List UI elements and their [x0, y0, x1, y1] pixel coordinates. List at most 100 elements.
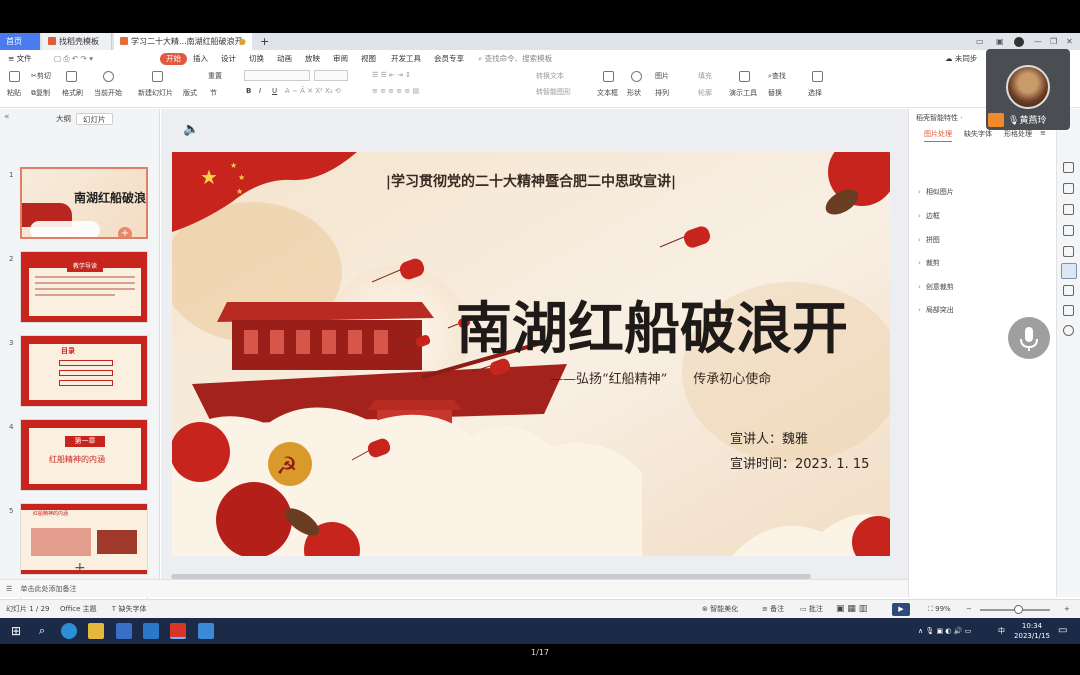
user-avatar-icon[interactable] — [1014, 37, 1024, 47]
input-method[interactable]: 中 — [998, 618, 1005, 644]
copy-button[interactable]: ⧉复制 — [31, 88, 50, 98]
animation-icon[interactable] — [1063, 204, 1074, 215]
tab-outline[interactable]: 大纲 — [50, 113, 77, 125]
outline-button[interactable]: 轮廓 — [698, 88, 712, 98]
item-similar-images[interactable]: 相似图片 — [918, 187, 954, 197]
arrange-button[interactable]: 排列 — [655, 88, 669, 98]
zoom-level[interactable]: ⛶ 99% — [928, 600, 951, 618]
notification-icon[interactable]: ▭ — [1058, 618, 1067, 644]
paste-icon[interactable] — [9, 71, 20, 82]
tab-template[interactable]: 找稻壳模板 — [42, 33, 112, 50]
zoom-in-button[interactable]: + — [1064, 600, 1070, 618]
more-menu-icon[interactable]: ≡ — [1040, 129, 1046, 137]
crop-icon[interactable] — [1063, 305, 1074, 316]
slide-thumbnail-4[interactable]: 第一章 红船精神的内涵 — [20, 419, 148, 491]
menu-review[interactable]: 审阅 — [333, 50, 348, 68]
menu-devtools[interactable]: 开发工具 — [391, 50, 421, 68]
store-icon[interactable] — [116, 623, 132, 639]
edge-browser-icon[interactable] — [61, 623, 77, 639]
layout-icon[interactable]: ▭ — [976, 33, 984, 50]
convert-text-button[interactable]: 转换文本 — [536, 71, 564, 81]
video-call-tile[interactable]: 🎙黄燕玲 — [986, 49, 1070, 130]
menu-member[interactable]: 会员专享 — [434, 50, 464, 68]
cut-button[interactable]: ✂剪切 — [31, 71, 51, 81]
menu-slideshow[interactable]: 放映 — [305, 50, 320, 68]
menu-design[interactable]: 设计 — [221, 50, 236, 68]
zoom-out-button[interactable]: − — [966, 600, 972, 618]
sync-status[interactable]: ☁ 未同步 — [945, 50, 977, 68]
paragraph-icons[interactable]: ☰ ☰ ⇤ ⇥ ↕ — [372, 71, 411, 79]
section-button[interactable]: 节 — [210, 88, 217, 98]
menu-start[interactable]: 开始 — [160, 53, 187, 65]
font-size-select[interactable] — [314, 70, 348, 81]
minimize-icon[interactable]: — — [1034, 33, 1042, 50]
window-mode-icon[interactable]: ▣ — [996, 33, 1004, 50]
new-tab-button[interactable]: + — [258, 33, 272, 50]
fill-button[interactable]: 填充 — [698, 71, 712, 81]
file-explorer-icon[interactable] — [88, 623, 104, 639]
start-menu-icon[interactable]: ⊞ — [8, 623, 24, 639]
item-creative-crop[interactable]: 创意裁剪 — [918, 282, 954, 292]
tab-image-processing[interactable]: 图片处理 — [924, 129, 952, 142]
sliders-icon[interactable] — [1063, 183, 1074, 194]
help-icon[interactable] — [1063, 325, 1074, 336]
add-slide-button[interactable]: + — [74, 560, 86, 576]
tab-shape-processing[interactable]: 形格处理 — [1004, 129, 1032, 139]
item-local-highlight[interactable]: 局部突出 — [918, 305, 954, 315]
convert-smartart-button[interactable]: 转智能图形 — [536, 87, 571, 97]
new-slide-icon[interactable] — [152, 71, 163, 82]
paste-button[interactable]: 粘贴 — [7, 88, 21, 98]
find-button[interactable]: ⌕查找 — [768, 71, 786, 81]
slide-thumbnail-2[interactable]: 教学导读 — [20, 251, 148, 323]
photos-icon[interactable] — [198, 623, 214, 639]
microphone-button[interactable] — [1008, 317, 1050, 359]
wps-office-icon[interactable] — [170, 623, 186, 639]
picture-icon[interactable] — [1063, 246, 1074, 257]
replace-button[interactable]: 替换 — [768, 88, 782, 98]
audio-speaker-icon[interactable]: 🔈 — [183, 122, 199, 137]
quick-access-icons[interactable]: ▢ ⎙ ↶ ↷ ▾ — [54, 50, 93, 68]
shape-icon[interactable] — [631, 71, 642, 82]
format-painter-button[interactable]: 格式刷 — [62, 88, 83, 98]
location-icon[interactable] — [1061, 263, 1077, 279]
align-icons[interactable]: ≡ ≡ ≡ ≡ ≡ ▤ — [372, 87, 419, 95]
text-box-icon[interactable] — [603, 71, 614, 82]
format-painter-icon[interactable] — [66, 71, 77, 82]
select-button[interactable]: 选择 — [808, 88, 822, 98]
bold-button[interactable]: B — [246, 87, 251, 95]
item-border[interactable]: 边框 — [918, 211, 940, 221]
tab-home[interactable]: 首页 — [0, 33, 40, 50]
zoom-slider-handle[interactable] — [1014, 605, 1023, 614]
tab-missing-fonts[interactable]: 缺失字体 — [964, 129, 992, 139]
slide-canvas[interactable]: ★ ★ ★ ★ ☭ |学习贯彻党的二十大精神暨合肥二中思政宣讲| 南湖红船破浪开… — [172, 152, 890, 556]
italic-button[interactable]: I — [259, 87, 261, 95]
transition-icon[interactable] — [1063, 225, 1074, 236]
item-collage[interactable]: 拼图 — [918, 235, 940, 245]
settings-icon[interactable] — [1063, 162, 1074, 173]
play-slideshow-icon[interactable]: ▶ — [892, 603, 910, 616]
play-from-current-button[interactable]: 当前开始 — [94, 88, 122, 98]
close-icon[interactable]: ✕ — [1066, 33, 1073, 50]
smart-beautify-button[interactable]: ⊛ 智能美化 — [702, 600, 738, 618]
menu-view[interactable]: 视图 — [361, 50, 376, 68]
item-crop[interactable]: 裁剪 — [918, 258, 940, 268]
notes-pane[interactable]: ☰ 单击此处添加备注 — [0, 579, 908, 597]
shape-button[interactable]: 形状 — [627, 88, 641, 98]
notes-toggle-button[interactable]: ≡ 备注 — [762, 600, 784, 618]
font-family-select[interactable] — [244, 70, 310, 81]
layout-panel-icon[interactable] — [1063, 285, 1074, 296]
view-mode-icons[interactable]: ▣ ▦ ▥ — [836, 600, 867, 618]
tab-slides[interactable]: 幻灯片 — [76, 113, 113, 125]
menu-animation[interactable]: 动画 — [277, 50, 292, 68]
theme-name[interactable]: Office 主题 — [60, 600, 97, 618]
collapse-icon[interactable]: « — [4, 112, 10, 122]
system-clock[interactable]: 10:34 2023/1/15 — [1010, 621, 1054, 641]
menu-file[interactable]: ≡ 文件 — [8, 50, 32, 68]
presentation-tools-icon[interactable] — [739, 71, 750, 82]
play-icon[interactable] — [103, 71, 114, 82]
mail-icon[interactable] — [143, 623, 159, 639]
reset-button[interactable]: 重置 — [208, 71, 222, 81]
menu-transition[interactable]: 切换 — [249, 50, 264, 68]
slide-thumbnail-3[interactable]: 目录 — [20, 335, 148, 407]
comments-button[interactable]: ▭ 批注 — [800, 600, 823, 618]
